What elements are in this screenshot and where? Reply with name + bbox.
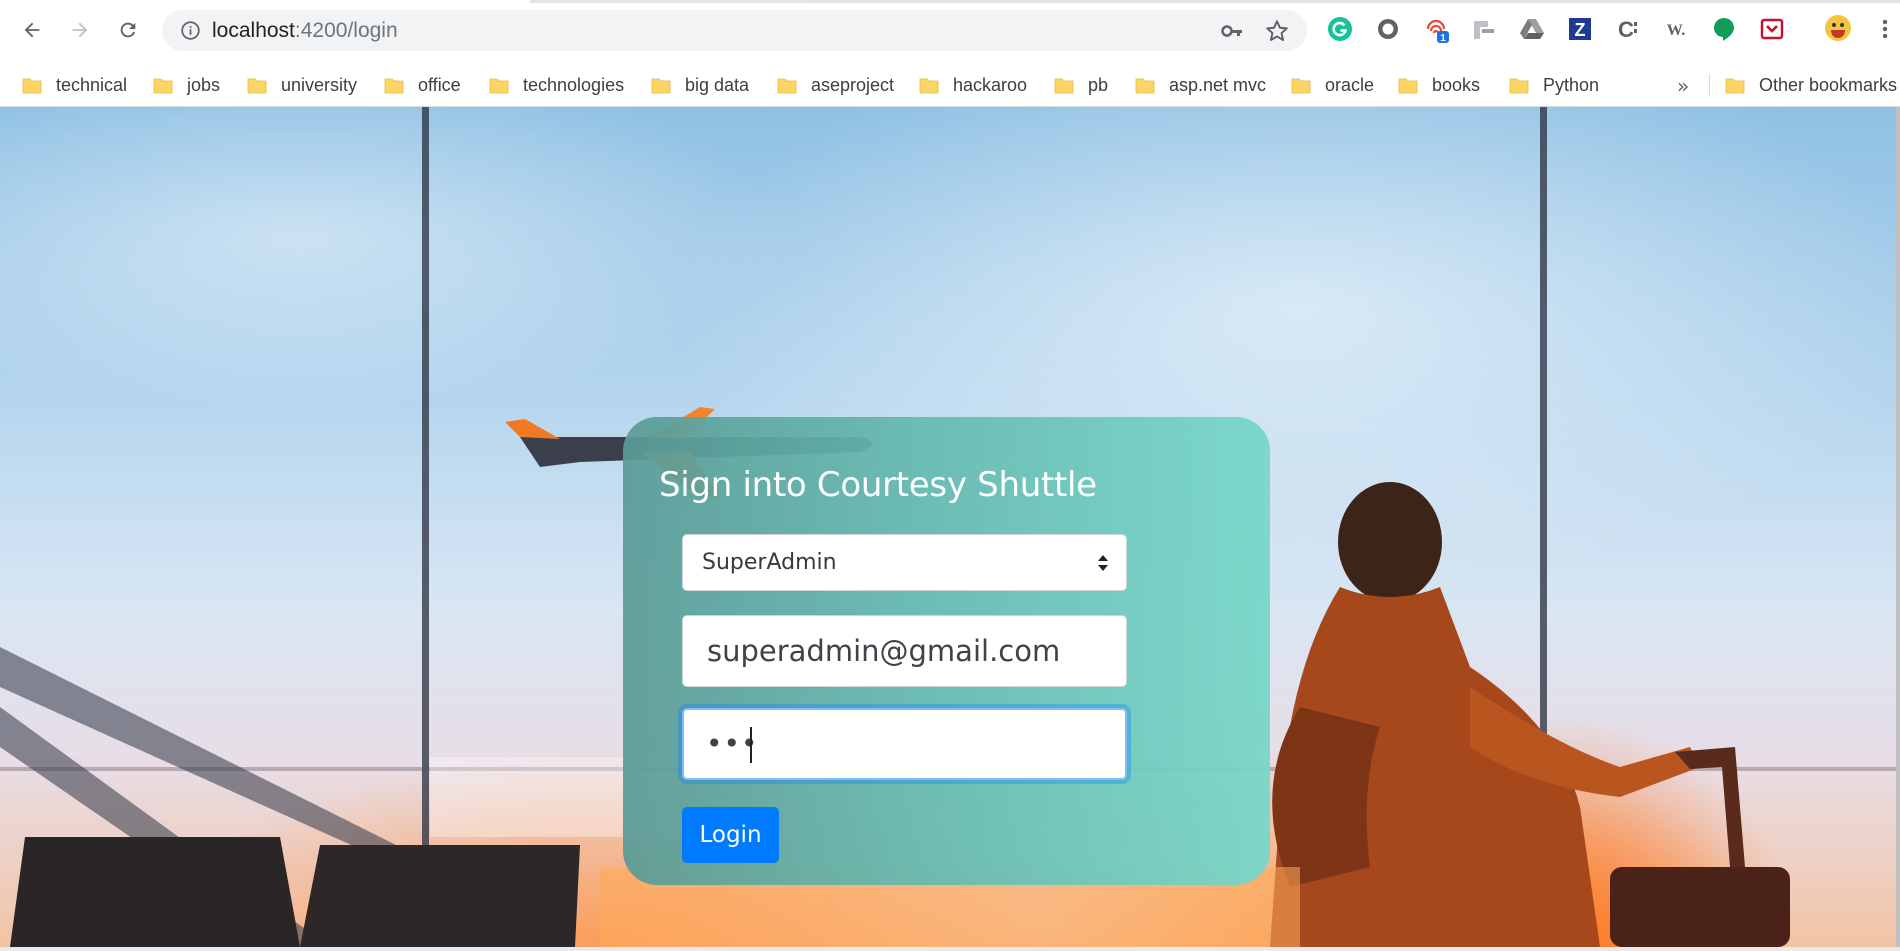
folder-icon [1135,78,1155,94]
tab-strip-edge-right [810,0,1900,3]
role-select-value: SuperAdmin [702,550,837,575]
lounge-chairs [10,837,580,947]
folder-icon [919,78,939,94]
svg-text:Z: Z [1575,20,1586,40]
reload-button[interactable] [110,12,146,48]
star-icon[interactable] [1264,18,1290,44]
tab-strip-edge [530,0,810,3]
bookmark-label: technologies [523,74,625,95]
bookmark-folder-jobs[interactable]: jobs [153,70,220,100]
forward-button[interactable] [62,12,98,48]
bookmark-folder-office[interactable]: office [384,70,461,100]
folder-icon [1509,78,1529,94]
folder-icon [384,78,404,94]
email-input-value: superadmin@gmail.com [707,634,1061,668]
url-host: localhost [212,19,295,42]
select-arrows-icon [1098,555,1108,571]
bookmark-folder-technologies[interactable]: technologies [489,70,624,100]
page-scrollbar[interactable] [1896,107,1900,947]
bookmarks-overflow-button[interactable]: » [1677,74,1689,98]
bookmark-folder-university[interactable]: university [247,70,357,100]
forward-arrow-icon [72,22,88,38]
extension-c-icon[interactable]: C [1613,14,1643,44]
grammarly-icon[interactable] [1325,14,1355,44]
bookmark-folder-big-data[interactable]: big data [651,70,749,100]
text-caret [750,727,752,763]
bookmark-label: technical [56,74,128,95]
zotero-icon[interactable]: Z [1565,14,1595,44]
url-text[interactable]: localhost:4200/login [212,19,398,43]
bookmark-label: books [1432,74,1481,95]
bookmark-folder-technical[interactable]: technical [22,70,127,100]
bookmark-label: office [418,74,461,95]
folder-icon [1725,78,1745,94]
fingerprint-icon[interactable]: 1 [1421,14,1451,44]
bookmark-label: Other bookmarks [1759,74,1898,95]
bookmark-folder-oracle[interactable]: oracle [1291,70,1374,100]
svg-text:W.: W. [1667,22,1686,39]
reload-icon [120,22,136,38]
window-bottom-edge [0,947,1900,951]
folder-icon [1398,78,1418,94]
folder-icon [489,78,509,94]
login-card: Sign into Courtesy Shuttle SuperAdmin su… [623,417,1270,885]
profile-avatar-icon[interactable] [1823,13,1853,43]
bookmark-label: university [281,74,358,95]
login-button[interactable]: Login [682,807,779,863]
role-select[interactable]: SuperAdmin [682,534,1127,591]
info-icon[interactable] [180,20,201,41]
bookmark-folder-books[interactable]: books [1398,70,1480,100]
bookmark-label: jobs [187,74,221,95]
scrollbar-thumb[interactable] [1896,107,1900,947]
svg-text:C: C [1618,17,1634,42]
back-arrow-icon [24,22,40,38]
bookmark-folder-python[interactable]: Python [1509,70,1599,100]
address-bar[interactable]: localhost:4200/login [162,10,1307,51]
bookmark-label: oracle [1325,74,1375,95]
browser-toolbar: localhost:4200/login 1 Z C W. [0,0,1900,62]
menu-dots-icon[interactable] [1875,14,1895,44]
password-input[interactable]: ••• [682,708,1127,780]
login-title: Sign into Courtesy Shuttle [659,465,1097,505]
bookmark-label: pb [1088,74,1109,95]
folder-icon [22,78,42,94]
bookmark-label: big data [685,74,750,95]
extension-tile-icon[interactable] [1469,14,1499,44]
login-page-background: Sign into Courtesy Shuttle SuperAdmin su… [0,107,1896,947]
pocket-icon[interactable] [1757,14,1787,44]
hangouts-icon[interactable] [1709,14,1739,44]
bookmarks-bar: technical jobs university office technol… [0,62,1900,107]
folder-icon [777,78,797,94]
folder-icon [247,78,267,94]
bookmark-label: aseproject [811,74,895,95]
bookmarks-divider [1709,74,1710,96]
bookmark-folder-asp-net-mvc[interactable]: asp.net mvc [1135,70,1266,100]
traveller-silhouette [1270,482,1790,947]
folder-icon [651,78,671,94]
extension-circle-icon[interactable] [1373,14,1403,44]
back-button[interactable] [14,12,50,48]
bookmark-folder-hackaroo[interactable]: hackaroo [919,70,1027,100]
bookmark-label: asp.net mvc [1169,74,1267,95]
bookmark-label: Python [1543,74,1600,95]
bookmark-folder-aseproject[interactable]: aseproject [777,70,894,100]
bookmark-folder-pb[interactable]: pb [1054,70,1108,100]
email-input[interactable]: superadmin@gmail.com [682,615,1127,687]
folder-icon [1291,78,1311,94]
folder-icon [1054,78,1074,94]
folder-icon [153,78,173,94]
svg-text:1: 1 [1440,33,1446,43]
extension-w-icon[interactable]: W. [1661,14,1691,44]
url-path: :4200/login [294,19,398,42]
key-icon[interactable] [1220,19,1244,43]
bookmark-folder-other[interactable]: Other bookmarks [1725,70,1897,100]
bookmark-label: hackaroo [953,74,1028,95]
drive-icon[interactable] [1517,14,1547,44]
